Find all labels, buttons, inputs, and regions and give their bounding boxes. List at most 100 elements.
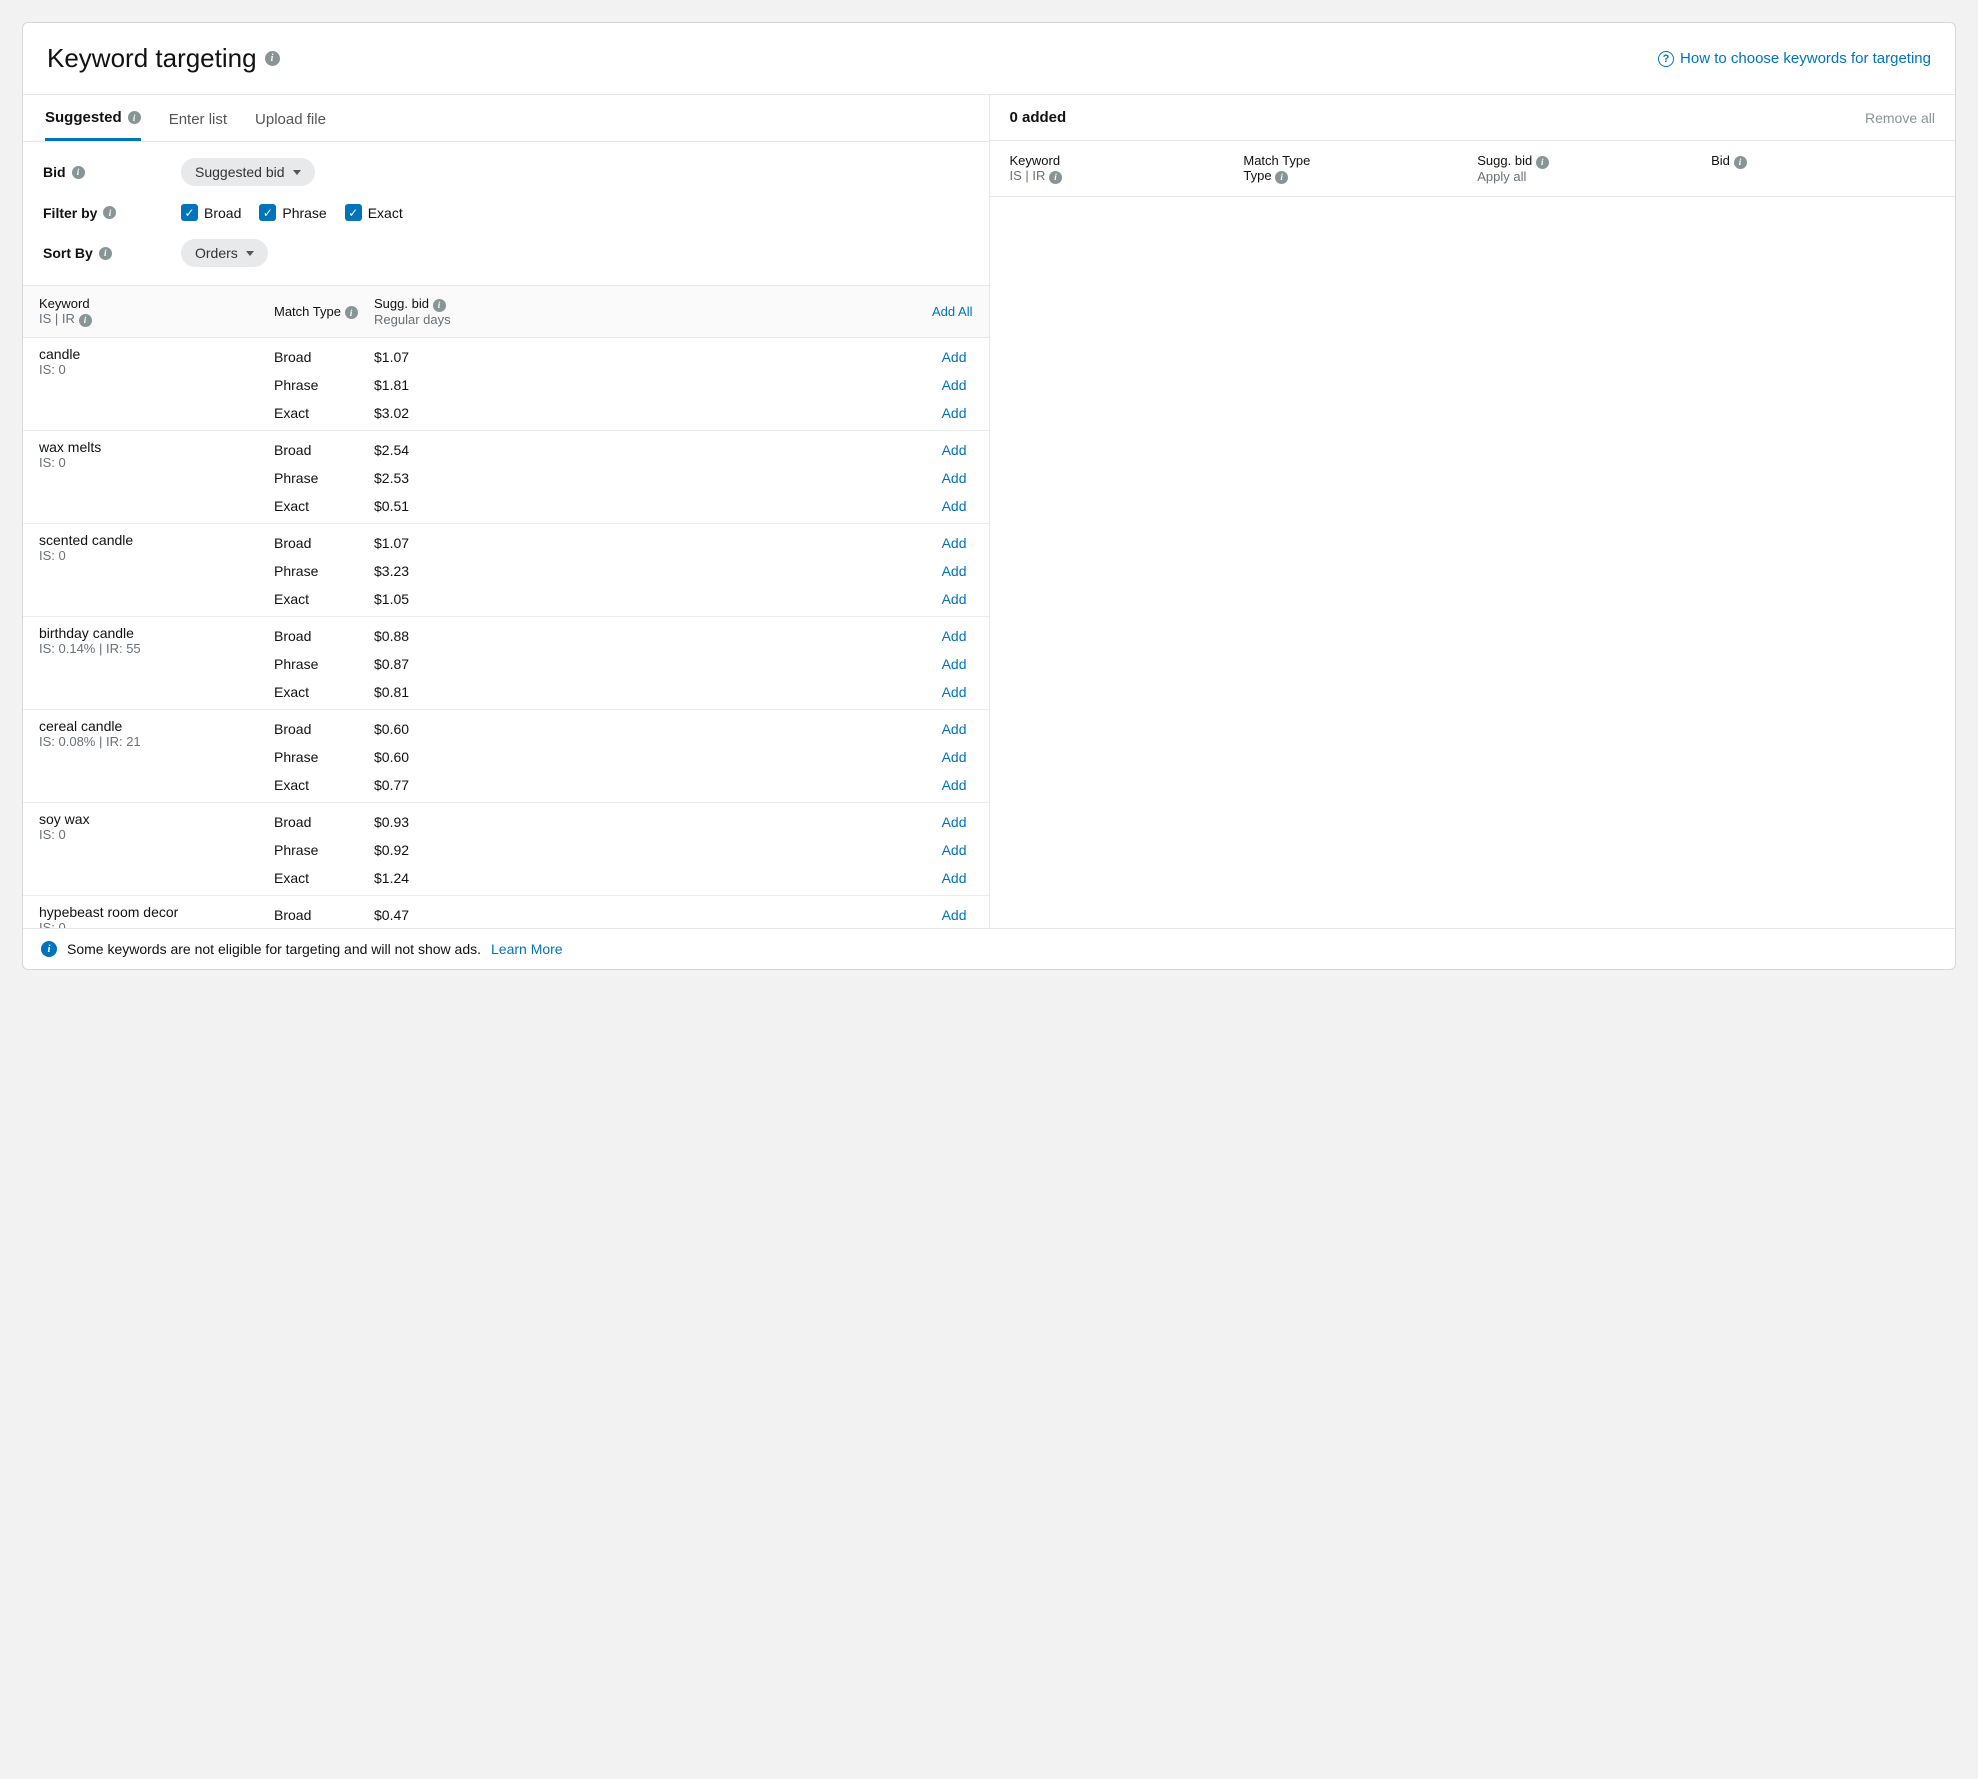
info-icon[interactable]: i — [1536, 156, 1549, 169]
add-button[interactable]: Add — [942, 842, 967, 858]
keyword-cell: wax meltsIS: 0 — [39, 439, 274, 470]
filter-label: Exact — [368, 205, 403, 221]
bid-value: $0.60 — [374, 718, 484, 740]
add-cell: Add — [484, 746, 973, 768]
info-icon[interactable]: i — [1049, 171, 1062, 184]
match-line: Phrase$2.53Add — [274, 467, 973, 489]
match-type-value: Exact — [274, 774, 374, 796]
info-icon[interactable]: i — [345, 306, 358, 319]
add-button[interactable]: Add — [942, 535, 967, 551]
tab-upload-file[interactable]: Upload file — [255, 97, 326, 140]
right-header: 0 added Remove all — [990, 95, 1956, 141]
filter-options: ✓Broad ✓Phrase ✓Exact — [181, 204, 403, 221]
filter-exact[interactable]: ✓Exact — [345, 204, 403, 221]
tab-label: Enter list — [169, 111, 227, 128]
filter-row: Filter by i ✓Broad ✓Phrase ✓Exact — [43, 204, 969, 221]
keyword-targeting-card: Keyword targeting i ? How to choose keyw… — [22, 22, 1956, 970]
add-button[interactable]: Add — [942, 628, 967, 644]
tab-suggested[interactable]: Suggestedi — [45, 95, 141, 141]
add-button[interactable]: Add — [942, 870, 967, 886]
added-count: 0 added — [1010, 109, 1067, 126]
rcol-sugg-bid: Sugg. bid i Apply all — [1477, 153, 1701, 184]
keyword-name: soy wax — [39, 811, 274, 827]
sort-row: Sort By i Orders — [43, 239, 969, 267]
info-icon[interactable]: i — [79, 314, 92, 327]
bid-select-value: Suggested bid — [195, 164, 285, 180]
add-button[interactable]: Add — [942, 777, 967, 793]
info-icon: i — [41, 941, 57, 957]
add-button[interactable]: Add — [942, 907, 967, 923]
keyword-name: hypebeast room decor — [39, 904, 274, 920]
add-cell: Add — [484, 532, 973, 554]
match-line: Broad$0.60Add — [274, 718, 973, 740]
rcol-match-type-text: Match Type — [1243, 153, 1310, 168]
col-keyword-sub: IS | IR i — [39, 311, 274, 327]
add-cell: Add — [484, 560, 973, 582]
add-button[interactable]: Add — [942, 470, 967, 486]
info-icon[interactable]: i — [72, 166, 85, 179]
filter-broad[interactable]: ✓Broad — [181, 204, 241, 221]
apply-all-button[interactable]: Apply all — [1477, 169, 1701, 184]
add-button[interactable]: Add — [942, 749, 967, 765]
add-button[interactable]: Add — [942, 405, 967, 421]
match-rows: Broad$1.07AddPhrase$1.81AddExact$3.02Add — [274, 346, 973, 428]
match-type-value: Phrase — [274, 839, 374, 861]
match-type-value: Broad — [274, 904, 374, 926]
bid-value: $0.92 — [374, 839, 484, 861]
controls: Bid i Suggested bid Filter by i ✓Broad ✓P… — [23, 142, 989, 285]
match-line: Phrase$0.87Add — [274, 653, 973, 675]
title-text: Keyword targeting — [47, 43, 257, 74]
match-line: Exact$0.51Add — [274, 495, 973, 517]
add-button[interactable]: Add — [942, 591, 967, 607]
info-icon[interactable]: i — [1734, 156, 1747, 169]
add-button[interactable]: Add — [942, 563, 967, 579]
match-line: Phrase$0.60Add — [274, 746, 973, 768]
add-cell: Add — [484, 904, 973, 926]
add-button[interactable]: Add — [942, 377, 967, 393]
info-icon[interactable]: i — [265, 51, 280, 66]
info-icon[interactable]: i — [99, 247, 112, 260]
tab-enter-list[interactable]: Enter list — [169, 97, 227, 140]
add-button[interactable]: Add — [942, 721, 967, 737]
filter-label: Phrase — [282, 205, 326, 221]
add-all-button[interactable]: Add All — [932, 304, 972, 319]
info-icon[interactable]: i — [1275, 171, 1288, 184]
keyword-row: soy waxIS: 0Broad$0.93AddPhrase$0.92AddE… — [23, 803, 989, 896]
add-button[interactable]: Add — [942, 498, 967, 514]
add-button[interactable]: Add — [942, 442, 967, 458]
bid-label-text: Bid — [43, 164, 66, 180]
add-button[interactable]: Add — [942, 656, 967, 672]
remove-all-button[interactable]: Remove all — [1865, 110, 1935, 126]
bid-value: $0.77 — [374, 774, 484, 796]
info-icon[interactable]: i — [128, 111, 141, 124]
col-sugg-bid: Sugg. bid i Regular days — [374, 296, 484, 327]
col-sugg-bid-text: Sugg. bid — [374, 296, 429, 311]
col-add-all: Add All — [484, 304, 973, 319]
filter-phrase[interactable]: ✓Phrase — [259, 204, 326, 221]
keyword-cell: hypebeast room decorIS: 0 — [39, 904, 274, 928]
add-button[interactable]: Add — [942, 684, 967, 700]
chevron-down-icon — [246, 251, 254, 256]
match-line: Exact$1.05Add — [274, 588, 973, 610]
keyword-name: birthday candle — [39, 625, 274, 641]
bid-value: $1.24 — [374, 867, 484, 889]
add-button[interactable]: Add — [942, 814, 967, 830]
rcol-bid-text: Bid — [1711, 153, 1730, 168]
bid-value: $0.60 — [374, 746, 484, 768]
info-icon[interactable]: i — [103, 206, 116, 219]
filter-label: Filter by i — [43, 205, 163, 221]
keyword-cell: cereal candleIS: 0.08% | IR: 21 — [39, 718, 274, 749]
match-line: Broad$1.07Add — [274, 346, 973, 368]
bid-select[interactable]: Suggested bid — [181, 158, 315, 186]
help-link[interactable]: ? How to choose keywords for targeting — [1658, 50, 1931, 67]
sort-select-value: Orders — [195, 245, 238, 261]
info-icon[interactable]: i — [433, 299, 446, 312]
match-type-value: Exact — [274, 402, 374, 424]
learn-more-link[interactable]: Learn More — [491, 941, 563, 957]
sort-select[interactable]: Orders — [181, 239, 268, 267]
match-type-value: Phrase — [274, 560, 374, 582]
keyword-meta: IS: 0 — [39, 827, 274, 842]
bid-label: Bid i — [43, 164, 163, 180]
keyword-list[interactable]: candleIS: 0Broad$1.07AddPhrase$1.81AddEx… — [23, 338, 989, 928]
add-button[interactable]: Add — [942, 349, 967, 365]
